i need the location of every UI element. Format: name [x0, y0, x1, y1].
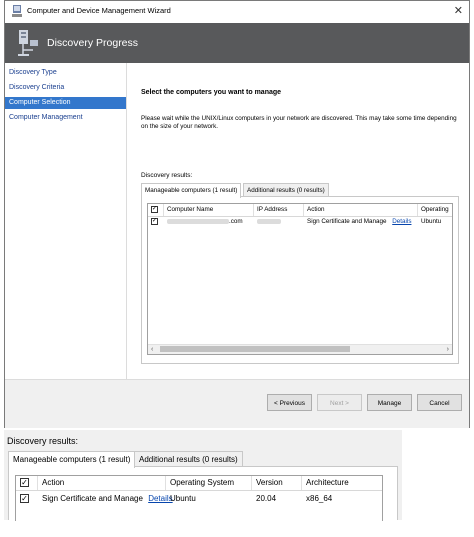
column-header-action[interactable]: Action	[304, 204, 418, 216]
wizard-window: Computer and Device Management Wizard ✕ …	[4, 0, 470, 428]
zoom-computers-grid: ✓ Action Operating System Version Archit…	[15, 475, 383, 521]
zoom-row-checkbox[interactable]: ✓	[20, 494, 29, 503]
zoom-tab-additional-results[interactable]: Additional results (0 results)	[134, 451, 243, 467]
computer-name-suffix: .com	[229, 218, 243, 225]
scroll-right-icon[interactable]: ›	[447, 345, 449, 354]
select-all-header[interactable]: ✓	[148, 204, 164, 216]
wizard-app-icon	[12, 5, 22, 17]
row-select-cell[interactable]: ✓	[148, 216, 164, 228]
cancel-button[interactable]: Cancel	[417, 394, 462, 411]
zoom-row-select-cell[interactable]: ✓	[16, 492, 38, 506]
title-bar: Computer and Device Management Wizard ✕	[5, 1, 469, 24]
computer-network-icon	[18, 30, 38, 56]
tab-manageable-computers[interactable]: Manageable computers (1 result)	[141, 183, 242, 198]
scrollbar-thumb[interactable]	[160, 346, 350, 352]
zoom-column-header-version[interactable]: Version	[252, 476, 302, 490]
results-label: Discovery results:	[141, 172, 193, 179]
nav-item-computer-management[interactable]: Computer Management	[5, 112, 126, 124]
zoom-os-cell: Ubuntu	[170, 494, 196, 503]
zoom-tab-manageable-computers[interactable]: Manageable computers (1 result)	[8, 451, 136, 468]
zoomed-results-section: Discovery results: Manageable computers …	[4, 430, 402, 521]
zoom-results-label: Discovery results:	[7, 436, 79, 446]
table-row[interactable]: ✓ .com Sign Certificate and Manage Detai…	[148, 216, 452, 228]
results-panel: ✓ Computer Name IP Address Action Operat…	[141, 196, 459, 364]
column-header-ip-address[interactable]: IP Address	[254, 204, 304, 216]
manage-button[interactable]: Manage	[367, 394, 412, 411]
wizard-footer: < Previous Next > Manage Cancel	[5, 379, 469, 428]
row-checkbox[interactable]: ✓	[151, 218, 158, 225]
tab-additional-results[interactable]: Additional results (0 results)	[243, 183, 329, 197]
column-header-operating-system[interactable]: Operating	[418, 204, 452, 216]
zoom-select-all-checkbox[interactable]: ✓	[20, 478, 29, 487]
computers-grid: ✓ Computer Name IP Address Action Operat…	[147, 203, 453, 355]
nav-item-computer-selection[interactable]: Computer Selection	[5, 97, 126, 109]
zoom-column-header-action[interactable]: Action	[38, 476, 166, 490]
zoom-column-header-architecture[interactable]: Architecture	[302, 476, 384, 490]
zoom-version-cell: 20.04	[256, 494, 277, 503]
zoom-architecture-cell: x86_64	[306, 494, 333, 503]
computer-name-cell: .com	[164, 216, 254, 228]
horizontal-scrollbar[interactable]: ‹ ›	[148, 344, 452, 354]
redacted-computer-name	[167, 218, 229, 224]
action-text: Sign Certificate and Manage	[307, 218, 387, 225]
previous-button[interactable]: < Previous	[267, 394, 312, 411]
scroll-left-icon[interactable]: ‹	[151, 345, 153, 354]
select-all-checkbox[interactable]: ✓	[151, 206, 158, 213]
redacted-ip-address	[257, 218, 281, 224]
next-button[interactable]: Next >	[317, 394, 362, 411]
page-title: Discovery Progress	[47, 37, 139, 49]
nav-item-discovery-type[interactable]: Discovery Type	[5, 67, 126, 79]
os-cell: Ubuntu	[421, 218, 442, 225]
zoom-column-header-operating-system[interactable]: Operating System	[166, 476, 252, 490]
wizard-step-nav: Discovery Type Discovery Criteria Comput…	[5, 63, 127, 379]
zoom-header-divider	[16, 490, 382, 491]
action-cell: Sign Certificate and Manage Details	[304, 216, 418, 228]
zoom-select-all-header[interactable]: ✓	[16, 476, 38, 490]
column-header-computer-name[interactable]: Computer Name	[164, 204, 254, 216]
close-icon[interactable]: ✕	[454, 4, 463, 17]
window-title: Computer and Device Management Wizard	[27, 6, 171, 15]
details-link[interactable]: Details	[392, 218, 411, 225]
wizard-content: Select the computers you want to manage …	[127, 63, 469, 379]
zoom-results-panel: ✓ Action Operating System Version Archit…	[8, 466, 398, 521]
ip-address-cell	[254, 216, 304, 228]
nav-item-discovery-criteria[interactable]: Discovery Criteria	[5, 82, 126, 94]
description-text: Please wait while the UNIX/Linux compute…	[141, 115, 457, 130]
zoom-action-text: Sign Certificate and Manage	[42, 494, 143, 503]
zoom-action-cell: Sign Certificate and Manage Details	[38, 492, 173, 506]
section-heading: Select the computers you want to manage	[141, 89, 282, 96]
wizard-header: Discovery Progress	[5, 23, 469, 63]
